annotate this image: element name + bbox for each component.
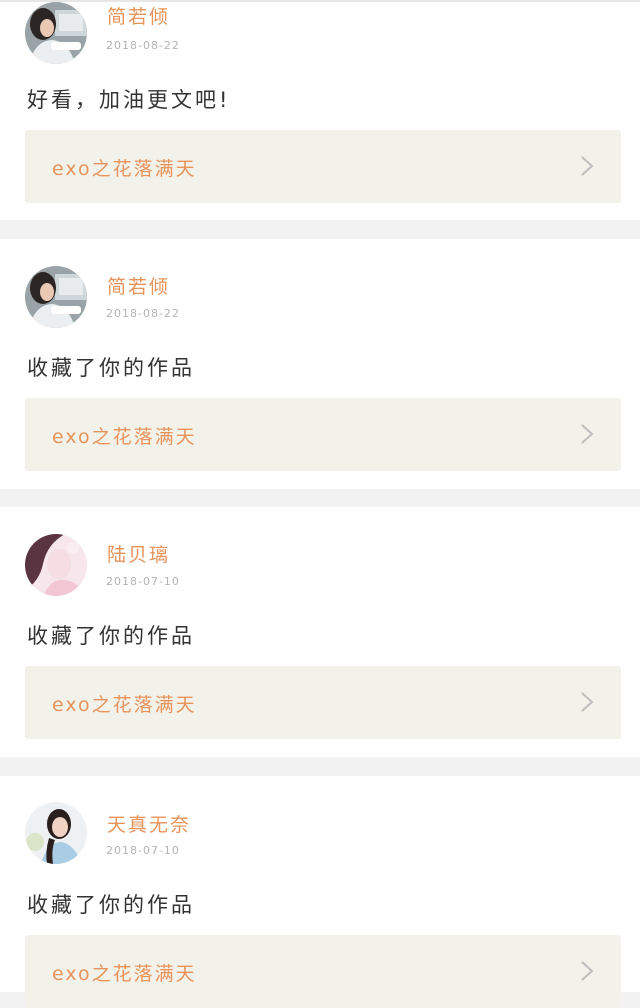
user-avatar[interactable]	[25, 534, 87, 596]
comment-date: 2018-08-22	[106, 39, 180, 52]
work-title: exo之花落满天	[52, 694, 197, 716]
username[interactable]: 陆贝璃	[107, 540, 170, 567]
comment-date: 2018-07-10	[106, 575, 180, 588]
user-avatar[interactable]	[25, 2, 87, 64]
work-link[interactable]: exo之花落满天	[25, 398, 621, 471]
chevron-right-icon	[581, 961, 594, 981]
chevron-right-icon	[581, 156, 594, 176]
username[interactable]: 简若倾	[107, 272, 170, 299]
comment-text: 收藏了你的作品	[27, 356, 195, 380]
username[interactable]: 简若倾	[107, 2, 170, 29]
user-avatar[interactable]	[25, 266, 87, 328]
girl-photo-icon	[25, 2, 87, 64]
comment-text: 收藏了你的作品	[27, 624, 195, 648]
comment-feed: 简若倾 2018-08-22 好看，加油更文吧! exo之花落满天 简若倾 20…	[0, 0, 640, 1008]
comment-card: 简若倾 2018-08-22 收藏了你的作品 exo之花落满天	[0, 239, 640, 489]
user-avatar[interactable]	[25, 802, 87, 864]
pink-portrait-icon	[25, 534, 87, 596]
username[interactable]: 天真无奈	[107, 810, 191, 837]
chevron-right-icon	[581, 692, 594, 712]
comment-text: 收藏了你的作品	[27, 893, 195, 917]
portrait-icon	[25, 802, 87, 864]
comment-date: 2018-08-22	[106, 307, 180, 320]
work-title: exo之花落满天	[52, 158, 197, 180]
work-link[interactable]: exo之花落满天	[25, 935, 621, 1008]
work-link[interactable]: exo之花落满天	[25, 130, 621, 203]
chevron-right-icon	[581, 424, 594, 444]
work-title: exo之花落满天	[52, 963, 197, 985]
comment-card: 简若倾 2018-08-22 好看，加油更文吧! exo之花落满天	[0, 2, 640, 220]
work-link[interactable]: exo之花落满天	[25, 666, 621, 739]
comment-text: 好看，加油更文吧!	[27, 88, 231, 112]
work-title: exo之花落满天	[52, 426, 197, 448]
comment-card: 陆贝璃 2018-07-10 收藏了你的作品 exo之花落满天	[0, 507, 640, 757]
girl-photo-icon	[25, 266, 87, 328]
comment-date: 2018-07-10	[106, 844, 180, 857]
comment-card: 天真无奈 2018-07-10 收藏了你的作品 exo之花落满天	[0, 776, 640, 1008]
